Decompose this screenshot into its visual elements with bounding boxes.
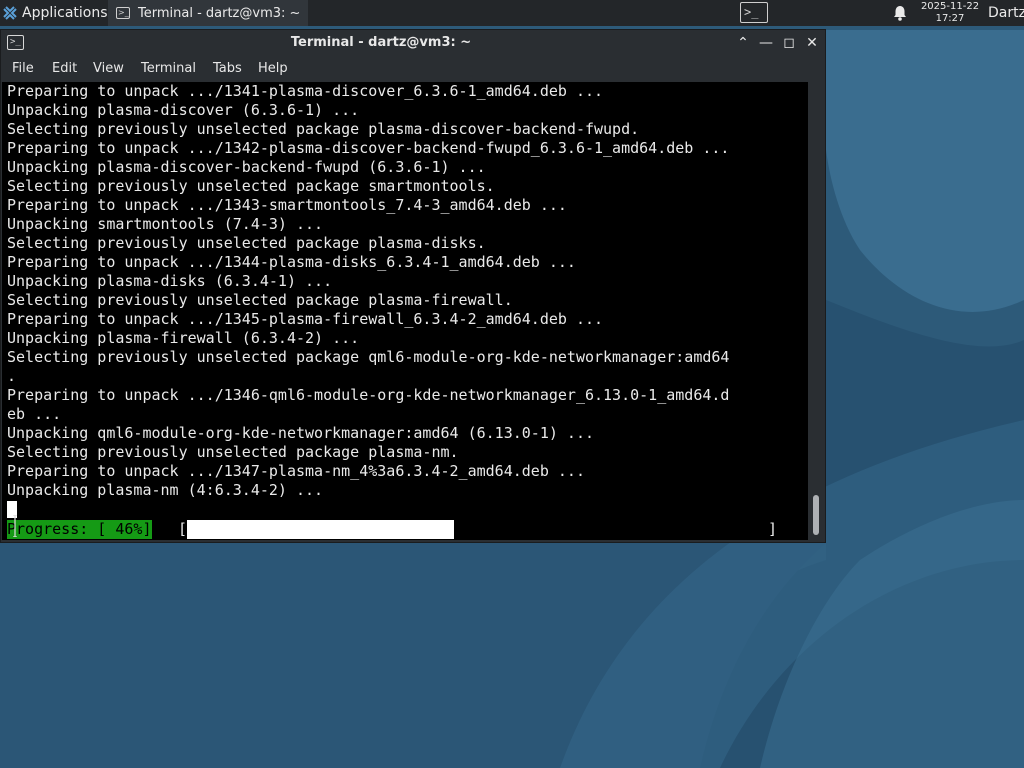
progress-bar-fill <box>187 520 454 539</box>
terminal-line: Unpacking smartmontools (7.4-3) ... <box>7 215 324 233</box>
terminal-line: eb ... <box>7 405 62 423</box>
user-menu[interactable]: Dartz <box>988 0 1024 26</box>
terminal-line: Preparing to unpack .../1345-plasma-fire… <box>7 310 604 328</box>
menu-edit[interactable]: Edit <box>52 56 77 82</box>
terminal-line: Preparing to unpack .../1341-plasma-disc… <box>7 82 604 100</box>
terminal-line: Preparing to unpack .../1344-plasma-disk… <box>7 253 576 271</box>
top-panel: Applications >_ Terminal - dartz@vm3: ~ … <box>0 0 1024 26</box>
applications-menu-button[interactable]: Applications <box>0 0 108 26</box>
terminal-line: Selecting previously unselected package … <box>7 120 640 138</box>
terminal-line: Preparing to unpack .../1343-smartmontoo… <box>7 196 567 214</box>
scrollbar-thumb[interactable] <box>813 495 819 535</box>
applications-icon <box>3 6 17 20</box>
terminal-line: Selecting previously unselected package … <box>7 443 459 461</box>
menu-view[interactable]: View <box>93 56 124 82</box>
notification-bell-icon[interactable] <box>892 4 908 22</box>
shade-button[interactable]: ⌃ <box>733 33 753 53</box>
progress-bar <box>187 520 767 539</box>
terminal-line: Preparing to unpack .../1347-plasma-nm_4… <box>7 462 585 480</box>
close-button[interactable]: ✕ <box>802 33 822 53</box>
terminal-window: >_ Terminal - dartz@vm3: ~ ⌃ — ◻ ✕ File … <box>0 29 826 543</box>
progress-label: Progress: [ 46%] <box>7 520 152 539</box>
terminal-line: Selecting previously unselected package … <box>7 291 513 309</box>
menu-file[interactable]: File <box>12 56 34 82</box>
terminal-launcher-icon[interactable]: >_ <box>740 2 768 23</box>
terminal-line: Selecting previously unselected package … <box>7 234 486 252</box>
terminal-line: Preparing to unpack .../1342-plasma-disc… <box>7 139 730 157</box>
window-titlebar[interactable]: >_ Terminal - dartz@vm3: ~ ⌃ — ◻ ✕ <box>1 30 825 56</box>
terminal-line: Selecting previously unselected package … <box>7 348 730 366</box>
taskbar-task-title: Terminal - dartz@vm3: ~ <box>138 5 301 21</box>
progress-bracket-open: [ <box>178 520 188 538</box>
panel-clock[interactable]: 2025-11-22 17:27 <box>916 1 984 25</box>
terminal-output[interactable]: Unpacking plasma-nm (4:6.3.4-2) ... Prepa… <box>2 82 808 540</box>
terminal-line: Unpacking qml6-module-org-kde-networkman… <box>7 424 594 442</box>
clock-date: 2025-11-22 <box>920 1 980 12</box>
minimize-button[interactable]: — <box>756 33 776 53</box>
terminal-line: Unpacking plasma-discover-backend-fwupd … <box>7 158 486 176</box>
terminal-line: Unpacking plasma-firewall (6.3.4-2) ... <box>7 329 360 347</box>
menu-tabs[interactable]: Tabs <box>213 56 242 82</box>
menu-terminal[interactable]: Terminal <box>141 56 196 82</box>
terminal-task-icon: >_ <box>116 7 130 19</box>
terminal-line: Unpacking plasma-nm (4:6.3.4-2) ... <box>7 481 324 499</box>
terminal-line: Unpacking plasma-discover (6.3.6-1) ... <box>7 101 360 119</box>
terminal-line: Selecting previously unselected package … <box>7 177 495 195</box>
clock-time: 17:27 <box>935 13 965 24</box>
applications-label: Applications <box>22 5 108 21</box>
progress-bracket-close: ] <box>768 520 778 538</box>
taskbar-terminal-task[interactable]: >_ Terminal - dartz@vm3: ~ <box>108 0 308 26</box>
text-cursor-icon <box>13 515 17 537</box>
terminal-scrollbar[interactable] <box>809 82 825 540</box>
terminal-line: Unpacking plasma-disks (6.3.4-1) ... <box>7 272 333 290</box>
menu-bar: File Edit View Terminal Tabs Help <box>1 56 825 82</box>
menu-help[interactable]: Help <box>258 56 288 82</box>
maximize-button[interactable]: ◻ <box>779 33 799 53</box>
terminal-line: Preparing to unpack .../1346-qml6-module… <box>7 386 730 404</box>
terminal-line: . <box>7 367 17 385</box>
window-title: Terminal - dartz@vm3: ~ <box>290 35 472 50</box>
